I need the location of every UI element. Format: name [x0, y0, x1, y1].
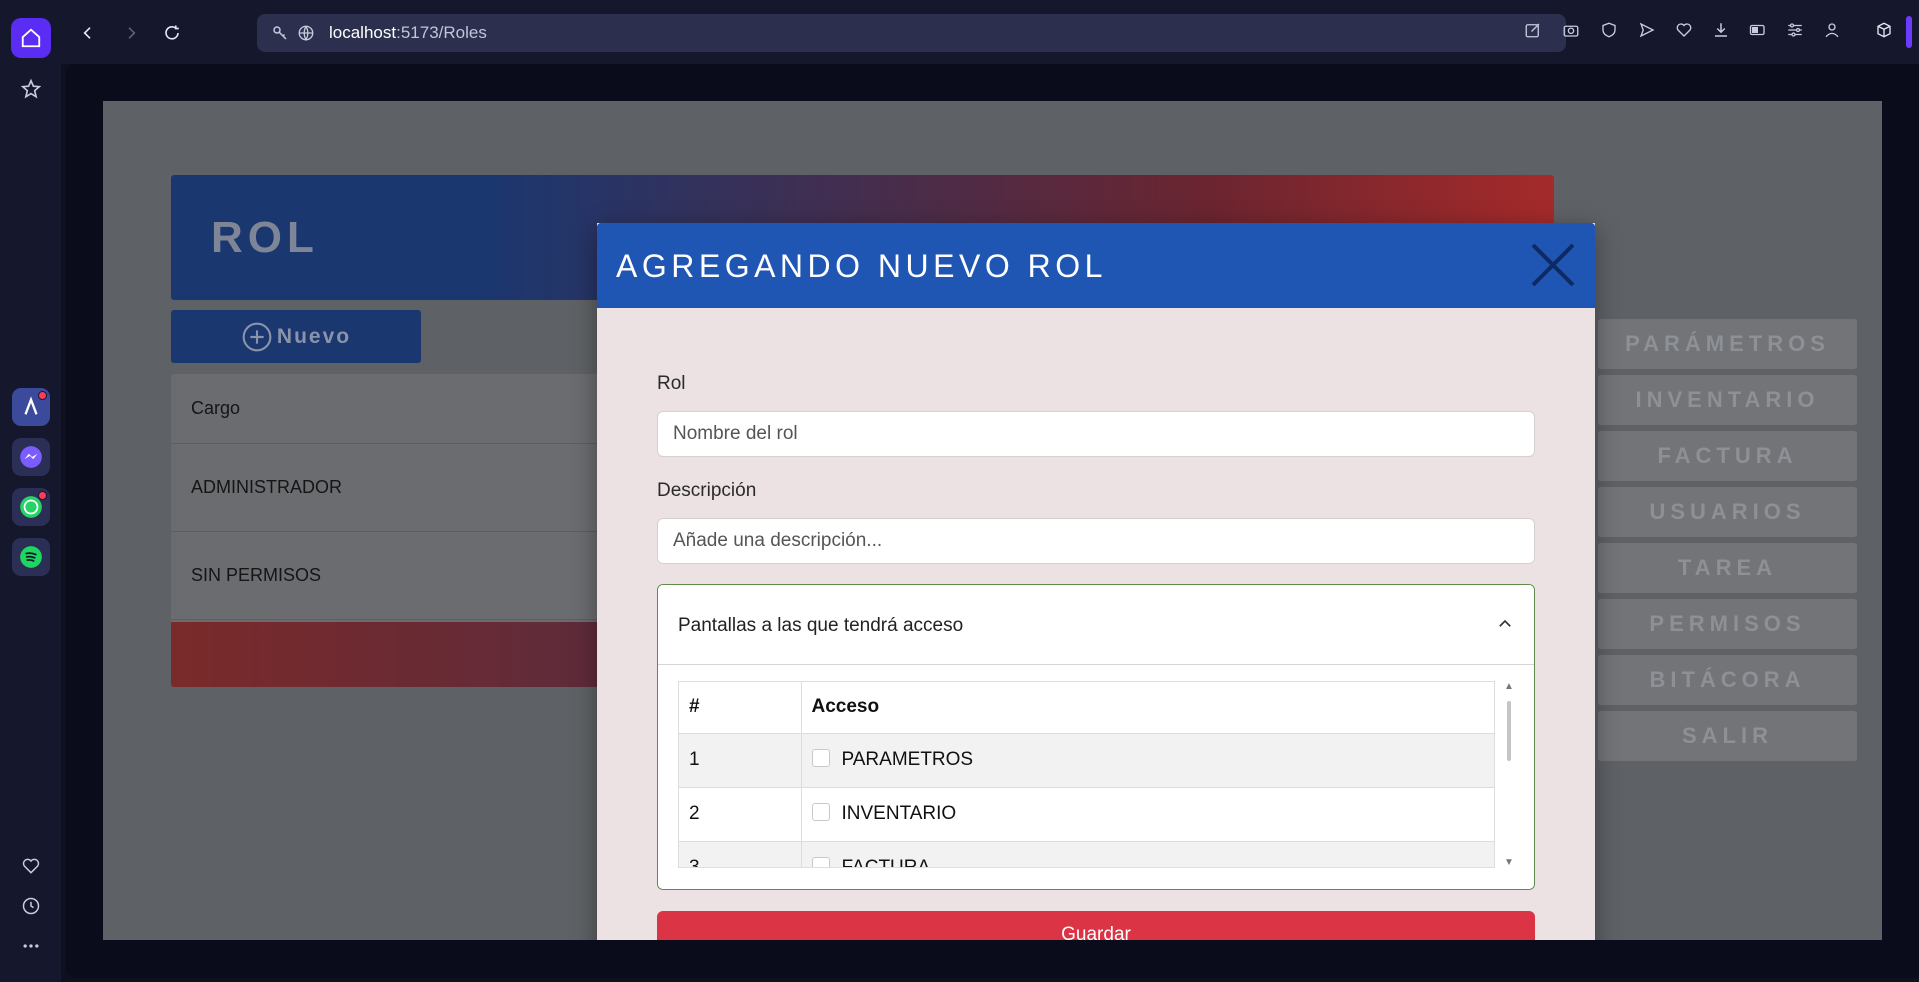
history-icon[interactable] — [11, 886, 51, 926]
access-name: INVENTARIO — [841, 803, 957, 824]
column-header-access: Acceso — [801, 682, 1494, 734]
menu-item-inventario[interactable]: INVENTARIO — [1598, 375, 1857, 425]
description-input[interactable] — [657, 518, 1535, 564]
role-name: SIN PERMISOS — [191, 565, 322, 585]
browser-sidebar — [0, 0, 61, 982]
page-title: ROL — [211, 213, 319, 262]
table-header-row: # Acceso — [679, 682, 1494, 734]
access-accordion: Pantallas a las que tendrá acceso # Acce… — [657, 584, 1535, 890]
access-checkbox[interactable] — [811, 748, 830, 767]
address-bar[interactable]: localhost:5173/Roles — [257, 14, 1566, 52]
star-icon[interactable] — [11, 69, 51, 109]
new-role-button[interactable]: Nuevo — [171, 310, 421, 363]
access-checkbox[interactable] — [811, 856, 830, 867]
aria-app-icon[interactable] — [12, 388, 50, 426]
menu-item-salir[interactable]: SALIR — [1598, 711, 1857, 761]
notification-badge — [38, 491, 47, 500]
menu-item-bitacora[interactable]: BITÁCORA — [1598, 655, 1857, 705]
access-checkbox[interactable] — [811, 802, 830, 821]
url-path: :5173/Roles — [396, 23, 487, 42]
access-cell: FACTURA — [801, 841, 1494, 868]
back-icon[interactable] — [75, 20, 101, 46]
role-label: Rol — [657, 373, 686, 394]
new-role-label: Nuevo — [276, 324, 352, 348]
heart-icon[interactable] — [11, 846, 51, 886]
table-row: 3 FACTURA — [679, 841, 1494, 868]
close-icon[interactable] — [1529, 241, 1577, 289]
more-icon[interactable] — [11, 926, 51, 966]
active-panel-indicator — [1906, 16, 1912, 48]
table-row: 2 INVENTARIO — [679, 787, 1494, 842]
accordion-header[interactable]: Pantallas a las que tendrá acceso — [658, 585, 1534, 665]
scroll-thumb[interactable] — [1507, 701, 1511, 761]
menu-item-usuarios[interactable]: USUARIOS — [1598, 487, 1857, 537]
accordion-body: # Acceso 1 PARAMETROS 2 INVENTARIO 3 FAC… — [658, 665, 1534, 889]
table-scrollbar[interactable]: ▲ ▼ — [1502, 681, 1516, 868]
camera-icon[interactable] — [1562, 21, 1584, 43]
access-cell: PARAMETROS — [801, 733, 1494, 788]
access-table: # Acceso 1 PARAMETROS 2 INVENTARIO 3 FAC… — [679, 682, 1494, 868]
column-header-number: # — [679, 682, 802, 734]
browser-toolbar: localhost:5173/Roles — [61, 0, 1919, 64]
menu-item-permisos[interactable]: PERMISOS — [1598, 599, 1857, 649]
forward-icon[interactable] — [118, 20, 144, 46]
download-icon[interactable] — [1712, 21, 1734, 43]
plus-circle-icon — [242, 322, 272, 351]
access-cell: INVENTARIO — [801, 787, 1494, 842]
globe-icon — [297, 24, 317, 44]
notification-badge — [38, 391, 47, 400]
page: ROL Nuevo Cargo ADMINISTRADOR SIN PERMIS… — [103, 101, 1882, 940]
whatsapp-icon[interactable] — [12, 488, 50, 526]
access-table-container: # Acceso 1 PARAMETROS 2 INVENTARIO 3 FAC… — [678, 681, 1495, 868]
spotify-icon[interactable] — [12, 538, 50, 576]
easy-setup-icon[interactable] — [1786, 21, 1808, 43]
menu-item-factura[interactable]: FACTURA — [1598, 431, 1857, 481]
menu-item-parametros[interactable]: PARÁMETROS — [1598, 319, 1857, 369]
messenger-icon[interactable] — [12, 438, 50, 476]
save-button[interactable]: Guardar — [657, 911, 1535, 940]
url-host: localhost — [329, 23, 397, 42]
access-name: PARAMETROS — [841, 749, 974, 770]
battery-saver-icon[interactable] — [1749, 21, 1771, 43]
side-menu: PARÁMETROS INVENTARIO FACTURA USUARIOS T… — [1598, 319, 1857, 767]
menu-item-tarea[interactable]: TAREA — [1598, 543, 1857, 593]
role-name: ADMINISTRADOR — [191, 477, 343, 497]
chevron-up-icon[interactable] — [1496, 615, 1514, 633]
edit-icon[interactable] — [1524, 21, 1546, 43]
heart-icon[interactable] — [1675, 21, 1697, 43]
modal-header: AGREGANDO NUEVO ROL — [597, 223, 1595, 308]
scroll-down-icon[interactable]: ▼ — [1504, 857, 1514, 868]
new-role-modal: AGREGANDO NUEVO ROL Rol Descripción Pant… — [597, 223, 1595, 940]
send-icon[interactable] — [1638, 21, 1660, 43]
row-number: 2 — [679, 787, 802, 842]
table-row: 1 PARAMETROS — [679, 733, 1494, 788]
access-name: FACTURA — [841, 857, 931, 868]
reload-icon[interactable] — [159, 20, 185, 46]
home-icon[interactable] — [11, 18, 51, 58]
scroll-up-icon[interactable]: ▲ — [1504, 681, 1514, 692]
accordion-title: Pantallas a las que tendrá acceso — [678, 615, 964, 636]
modal-title: AGREGANDO NUEVO ROL — [616, 248, 1107, 284]
column-header-cargo: Cargo — [191, 398, 241, 418]
row-number: 3 — [679, 841, 802, 867]
key-icon — [271, 24, 291, 44]
cube-icon[interactable] — [1875, 21, 1897, 43]
profile-icon[interactable] — [1823, 21, 1845, 43]
shield-icon[interactable] — [1600, 21, 1622, 43]
role-name-input[interactable] — [657, 411, 1535, 457]
description-label: Descripción — [657, 480, 757, 501]
row-number: 1 — [679, 733, 802, 788]
